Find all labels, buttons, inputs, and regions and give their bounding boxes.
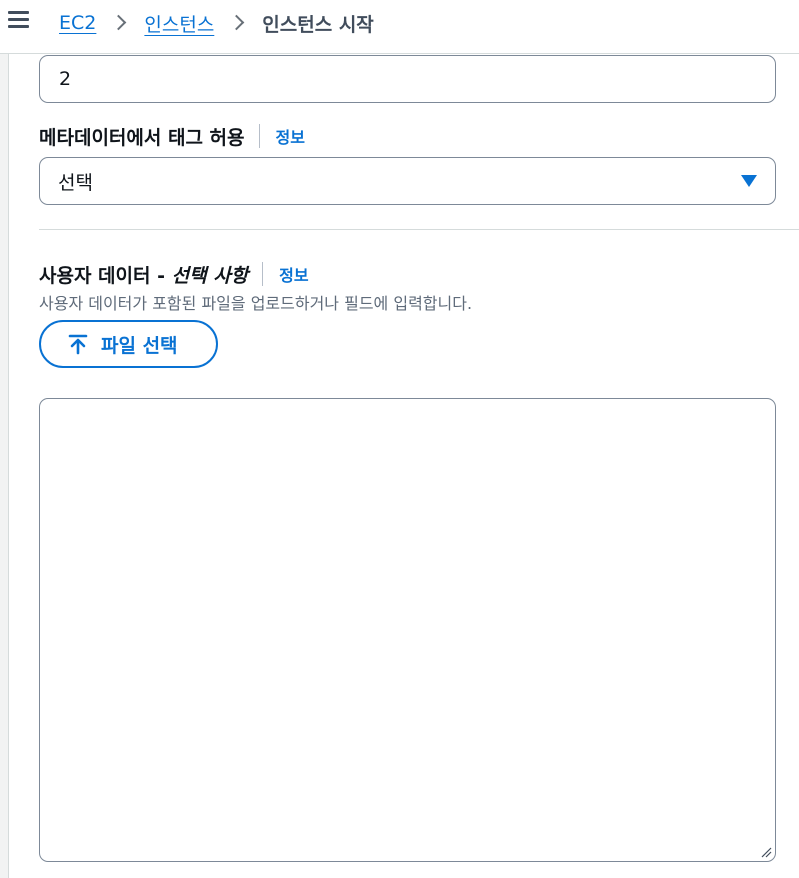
choose-file-label: 파일 선택: [101, 334, 178, 357]
metadata-tags-label: 메타데이터에서 태그 허용: [39, 126, 245, 149]
user-data-label-optional: 선택 사항: [171, 264, 249, 287]
quantity-input-value: 2: [59, 68, 72, 90]
divider: [262, 262, 264, 286]
divider: [258, 124, 260, 148]
chevron-right-icon: [106, 13, 134, 33]
user-data-label: 사용자 데이터 - 선택 사항: [39, 261, 248, 288]
breadcrumb: EC2 인스턴스 인스턴스 시작: [59, 8, 374, 38]
side-panel-edge: [0, 54, 9, 878]
section-divider: [39, 229, 799, 230]
user-data-label-row: 사용자 데이터 - 선택 사항 정보: [39, 259, 309, 289]
breadcrumb-launch-instance: 인스턴스 시작: [262, 13, 374, 36]
user-data-label-main: 사용자 데이터 -: [39, 264, 172, 287]
resize-handle-icon[interactable]: [760, 846, 772, 858]
user-data-textarea[interactable]: [39, 398, 776, 862]
metadata-tags-label-row: 메타데이터에서 태그 허용 정보: [39, 121, 305, 151]
metadata-tags-select[interactable]: 선택: [39, 157, 776, 205]
caret-down-icon: [741, 175, 757, 187]
metadata-tags-info-link[interactable]: 정보: [276, 124, 305, 148]
chevron-right-icon: [224, 13, 252, 33]
metadata-tags-selected-value: 선택: [58, 171, 93, 194]
choose-file-button[interactable]: 파일 선택: [39, 320, 218, 368]
upload-arrow-icon: [68, 334, 88, 355]
breadcrumb-ec2[interactable]: EC2: [59, 12, 96, 34]
user-data-info-link[interactable]: 정보: [279, 262, 308, 286]
user-data-description: 사용자 데이터가 포함된 파일을 업로드하거나 필드에 입력합니다.: [39, 294, 473, 313]
quantity-input[interactable]: 2: [39, 55, 776, 103]
breadcrumb-instances[interactable]: 인스턴스: [144, 10, 214, 37]
top-navigation-bar: EC2 인스턴스 인스턴스 시작: [0, 0, 799, 54]
hamburger-menu-icon[interactable]: [6, 9, 32, 31]
